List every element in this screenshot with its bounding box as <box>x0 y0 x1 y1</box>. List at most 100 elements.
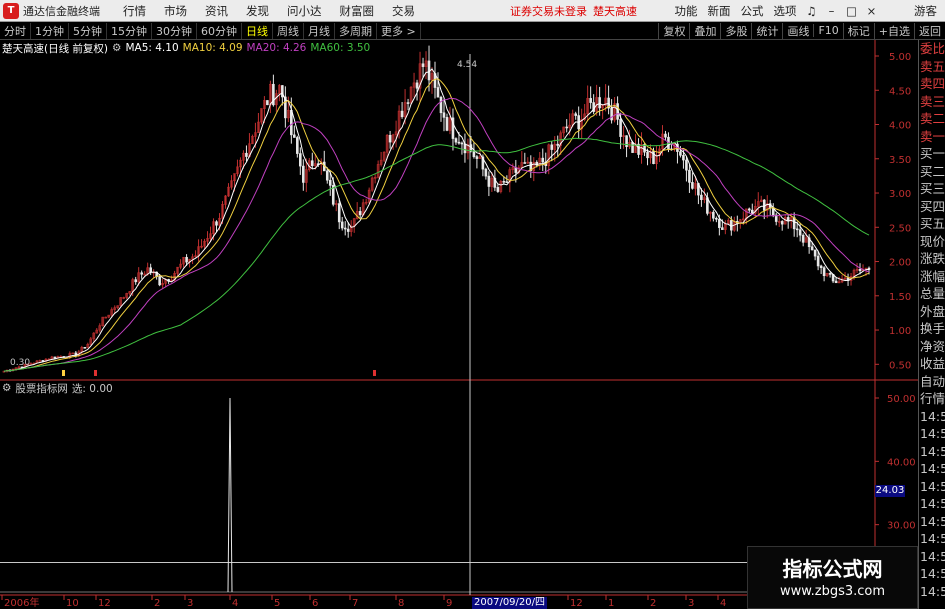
candle-body <box>750 209 754 214</box>
statistics-button[interactable]: 统计 <box>751 22 782 39</box>
sub-indicator-title: 股票指标网 <box>15 382 68 395</box>
candle-body <box>523 162 527 164</box>
y-tick-label: 5.00 <box>889 52 911 63</box>
candle-body <box>337 203 341 223</box>
candle-body <box>484 168 488 177</box>
side-panel-item: 买一 <box>920 146 945 161</box>
tab-weekly[interactable]: 周线 <box>273 22 304 39</box>
tab-1min[interactable]: 1分钟 <box>31 22 69 39</box>
login-notice[interactable]: 证券交易未登录 <box>510 3 587 19</box>
y-tick-label: 3.00 <box>889 189 911 200</box>
overlay-button[interactable]: 叠加 <box>689 22 720 39</box>
menu-options[interactable]: 选项 <box>769 3 802 19</box>
candle-body <box>822 267 826 277</box>
f10-button[interactable]: F10 <box>813 24 842 37</box>
x-tick-label: 4 <box>232 598 238 609</box>
candle-body <box>439 96 443 114</box>
ma20-line <box>3 97 870 372</box>
side-panel-item: 14:50 <box>920 408 945 424</box>
side-panel-item: 总量 <box>920 286 945 301</box>
candle-body <box>445 117 449 131</box>
tab-multi-period[interactable]: 多周期 <box>335 22 377 39</box>
event-marker <box>373 370 376 376</box>
back-button[interactable]: 返回 <box>914 22 945 39</box>
candle-body <box>245 152 248 157</box>
draw-line-button[interactable]: 画线 <box>782 22 813 39</box>
side-panel-item: 买五 <box>920 216 945 231</box>
side-panel-item: 14:50 <box>920 583 945 599</box>
minimize-icon[interactable]: – <box>822 4 842 18</box>
x-tick-label: 10 <box>66 598 79 609</box>
menu-ask[interactable]: 问小达 <box>278 3 331 19</box>
sub-y-tick-label: 40.00 <box>887 457 916 468</box>
y-tick-label: 2.50 <box>889 223 911 234</box>
menu-new-page[interactable]: 新面 <box>703 3 736 19</box>
x-tick-label: 9 <box>446 598 452 609</box>
candle-body <box>700 194 703 200</box>
tab-more[interactable]: 更多 > <box>377 22 421 39</box>
tab-daily[interactable]: 日线 <box>242 22 273 39</box>
low-price-label: 0.30 <box>10 358 31 368</box>
tab-60min[interactable]: 60分钟 <box>197 22 242 39</box>
menu-trade[interactable]: 交易 <box>383 3 424 19</box>
mark-button[interactable]: 标记 <box>842 22 874 39</box>
tab-30min[interactable]: 30分钟 <box>152 22 197 39</box>
menu-function[interactable]: 功能 <box>670 3 703 19</box>
candle-body <box>343 227 347 230</box>
multi-stock-button[interactable]: 多股 <box>720 22 751 39</box>
candle-body <box>541 157 545 163</box>
candle-body <box>475 156 479 159</box>
maximize-icon[interactable]: □ <box>842 4 862 18</box>
candle-body <box>388 134 392 143</box>
event-marker <box>62 370 65 376</box>
candle-body <box>421 63 425 67</box>
candle-body <box>712 211 715 219</box>
tab-intraday[interactable]: 分时 <box>0 22 31 39</box>
y-axis: 0.50 1.00 1.50 2.00 2.50 3.00 3.50 4.00 4.50 5.00… <box>875 52 916 595</box>
x-axis: 2006年1012234567891212345 <box>1 595 764 609</box>
guest-label[interactable]: 游客 <box>914 3 937 19</box>
side-panel-item: 换手 <box>920 321 945 336</box>
candle-body <box>718 218 721 228</box>
ma5-label: MA5: 4.10 <box>125 42 179 54</box>
tab-monthly[interactable]: 月线 <box>304 22 335 39</box>
ma60-label: MA60: 3.50 <box>310 42 371 54</box>
tab-5min[interactable]: 5分钟 <box>69 22 107 39</box>
menu-wealth[interactable]: 财富圈 <box>331 3 384 19</box>
menu-formula[interactable]: 公式 <box>736 3 769 19</box>
menu-discover[interactable]: 发现 <box>237 3 278 19</box>
candle-body <box>140 272 143 275</box>
side-panel-item: 14:50 <box>920 478 945 494</box>
restore-rights-button[interactable]: 复权 <box>658 22 689 39</box>
add-watchlist-button[interactable]: +自选 <box>873 22 914 39</box>
close-icon[interactable]: × <box>862 4 882 18</box>
candle-body <box>266 100 269 106</box>
candle-body <box>427 60 431 81</box>
headset-icon[interactable]: ♫ <box>802 4 822 18</box>
chart-area[interactable]: 0.50 1.00 1.50 2.00 2.50 3.00 3.50 4.00 4.50 5.00… <box>0 40 918 609</box>
side-panel-item: 14:50 <box>920 461 945 476</box>
side-panel-item: 14:50 <box>920 531 945 546</box>
side-panel-item: 委比 <box>920 41 945 56</box>
x-tick-label: 2 <box>154 598 160 609</box>
tab-15min[interactable]: 15分钟 <box>107 22 152 39</box>
candle-body <box>795 228 799 231</box>
menu-news[interactable]: 资讯 <box>196 3 237 19</box>
candle-body <box>688 169 691 183</box>
side-panel-item: 涨跌 <box>920 251 945 266</box>
watermark-title: 指标公式网 <box>782 557 883 581</box>
settings-gear-icon[interactable]: ⚙ <box>112 42 121 54</box>
candle-body <box>346 228 350 232</box>
candle-body <box>631 142 634 153</box>
side-panel-item: 卖五 <box>920 58 945 74</box>
sub-gear-icon[interactable]: ⚙ <box>2 382 11 394</box>
side-panel-item: 14:50 <box>920 443 945 459</box>
candle-body <box>619 119 622 137</box>
menu-market[interactable]: 市场 <box>155 3 196 19</box>
candle-body <box>296 137 299 154</box>
menu-quotes[interactable]: 行情 <box>114 3 155 19</box>
sub-indicator-info: ⚙ 股票指标网 选: 0.00 <box>2 381 113 395</box>
period-toolbar: 分时 1分钟 5分钟 15分钟 30分钟 60分钟 日线 周线 月线 多周期 更… <box>0 22 945 40</box>
candle-body <box>798 229 802 236</box>
side-panel-item: 14:50 <box>920 513 945 529</box>
